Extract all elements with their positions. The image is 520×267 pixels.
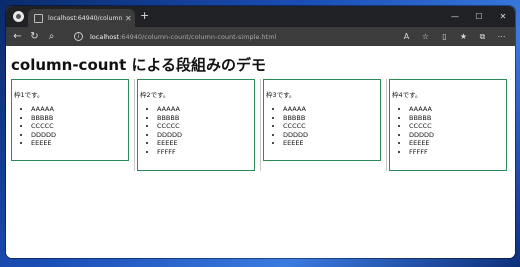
frame-3-label: 枠3です。 [266,91,296,99]
browser-tab[interactable]: localhost:64940/column-count/col ✕ [28,9,135,27]
list-item: BBBBB [31,114,128,123]
list-item: AAAAA [157,105,254,114]
browser-window: localhost:64940/column-count/col ✕ + — ☐… [6,6,515,258]
list-item: CCCCC [157,122,254,131]
page-title: column-count による段組みのデモ [11,56,267,74]
column-rule [134,79,135,171]
frame-2: 枠2です。 AAAAA BBBBB CCCCC DDDDD EEEEE FFFF… [137,79,255,171]
list-item: FFFFF [157,148,254,157]
close-tab-icon[interactable]: ✕ [125,14,132,23]
page-icon [34,13,43,23]
list-item: AAAAA [283,105,380,114]
toolbar: ← ↻ ⌕ i localhost:64940/column-count/col… [6,27,515,46]
address-bar[interactable]: i localhost:64940/column-count/column-co… [69,29,399,44]
profile-icon[interactable] [13,11,24,22]
frame-4-border: 枠4です。 AAAAA BBBBB CCCCC DDDDD EEEEE FFFF… [389,79,507,171]
frame-4-label: 枠4です。 [392,91,422,99]
window-controls: — ☐ ✕ [443,6,515,27]
info-icon[interactable]: i [74,32,83,41]
list-item: FFFFF [409,148,506,157]
frame-1-list: AAAAA BBBBB CCCCC DDDDD EEEEE [12,105,128,148]
frame-4: 枠4です。 AAAAA BBBBB CCCCC DDDDD EEEEE FFFF… [389,79,507,171]
toolbar-actions: A ☆ ▯ ★ ⧉ ⋯ [397,27,511,46]
list-item: DDDDD [31,131,128,140]
list-item: EEEEE [31,139,128,148]
list-item: EEEEE [157,139,254,148]
reload-icon[interactable]: ↻ [26,31,43,42]
frame-1-border: 枠1です。 AAAAA BBBBB CCCCC DDDDD EEEEE [11,79,129,161]
list-item: EEEEE [283,139,380,148]
list-item: BBBBB [409,114,506,123]
favorites-list-icon[interactable]: ★ [454,32,473,41]
list-item: DDDDD [283,131,380,140]
collections-icon[interactable]: ⧉ [473,32,492,42]
page-content: column-count による段組みのデモ 枠1です。 AAAAA BBBBB… [6,46,515,258]
frame-4-list: AAAAA BBBBB CCCCC DDDDD EEEEE FFFFF [390,105,506,157]
minimize-icon[interactable]: — [443,6,467,27]
read-aloud-icon[interactable]: A [397,32,416,41]
search-icon[interactable]: ⌕ [43,31,60,42]
list-item: BBBBB [283,114,380,123]
tab-title: localhost:64940/column-count/col [48,14,122,22]
more-icon[interactable]: ⋯ [492,32,511,41]
split-screen-icon[interactable]: ▯ [435,32,454,41]
list-item: DDDDD [157,131,254,140]
frame-2-border: 枠2です。 AAAAA BBBBB CCCCC DDDDD EEEEE FFFF… [137,79,255,171]
title-bar: localhost:64940/column-count/col ✕ + — ☐… [6,6,515,27]
url-host: localhost [90,32,120,41]
list-item: CCCCC [283,122,380,131]
list-item: CCCCC [409,122,506,131]
list-item: AAAAA [409,105,506,114]
list-item: BBBBB [157,114,254,123]
frame-3-border: 枠3です。 AAAAA BBBBB CCCCC DDDDD EEEEE [263,79,381,161]
frame-3-list: AAAAA BBBBB CCCCC DDDDD EEEEE [264,105,380,148]
column-rule [260,79,261,171]
frame-2-label: 枠2です。 [140,91,170,99]
frame-1-label: 枠1です。 [14,91,44,99]
favorite-icon[interactable]: ☆ [416,32,435,41]
frame-2-list: AAAAA BBBBB CCCCC DDDDD EEEEE FFFFF [138,105,254,157]
url-text: localhost:64940/column-count/column-coun… [90,33,276,41]
list-item: CCCCC [31,122,128,131]
column-rule [386,79,387,171]
frame-3: 枠3です。 AAAAA BBBBB CCCCC DDDDD EEEEE [263,79,381,171]
maximize-icon[interactable]: ☐ [467,6,491,27]
back-icon[interactable]: ← [9,31,26,42]
url-path: :64940/column-count/column-count-simple.… [119,32,277,41]
close-window-icon[interactable]: ✕ [491,6,515,27]
list-item: DDDDD [409,131,506,140]
frame-1: 枠1です。 AAAAA BBBBB CCCCC DDDDD EEEEE [11,79,129,171]
list-item: EEEEE [409,139,506,148]
new-tab-icon[interactable]: + [140,10,149,22]
list-item: AAAAA [31,105,128,114]
